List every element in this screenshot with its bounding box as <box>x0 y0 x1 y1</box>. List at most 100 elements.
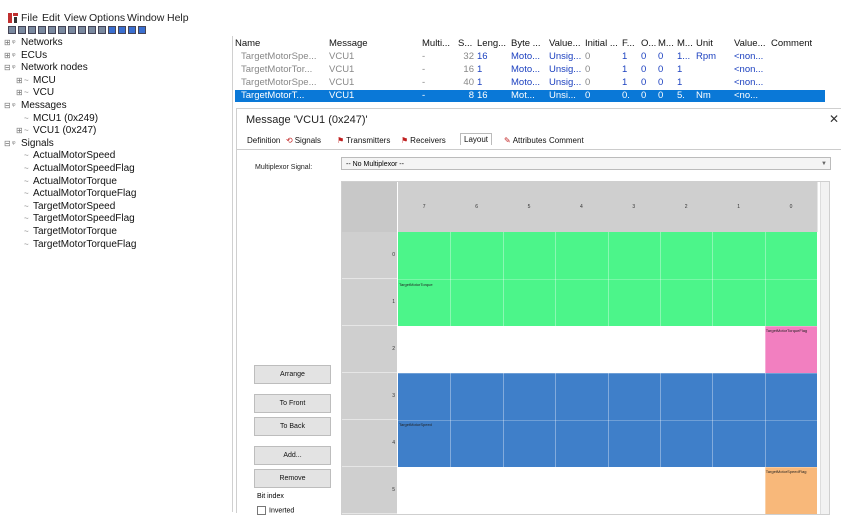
tab-label: Attributes <box>512 136 547 145</box>
menu-file[interactable]: File <box>21 12 38 24</box>
tree-item[interactable]: ~ TargetMotorSpeed <box>16 201 115 213</box>
tree-item[interactable]: ⊞ᵠ ECUs <box>4 50 47 62</box>
toolbar-icon[interactable] <box>8 26 16 34</box>
toolbar-icon[interactable] <box>18 26 26 34</box>
close-icon[interactable]: ✕ <box>829 112 839 126</box>
tree-item[interactable]: ⊞ᵠ Networks <box>4 37 63 49</box>
grid-column-header: 3 <box>607 182 661 232</box>
node-icon: ~ <box>24 151 29 161</box>
table-row[interactable]: TargetMotorSpe... VCU1-40 1 Moto... Unsig...… <box>235 77 825 89</box>
menu-edit[interactable]: Edit <box>42 12 60 24</box>
column-header[interactable]: M... <box>677 38 693 50</box>
tree-item-label: VCU1 (0x247) <box>33 125 97 137</box>
tree-item[interactable]: ~ TargetMotorTorque <box>16 226 117 238</box>
tree-item[interactable]: ⊟ᵠ Messages <box>4 100 67 112</box>
tree-item[interactable]: ~ ActualMotorSpeed <box>16 150 115 162</box>
tree-item[interactable]: ⊞~ VCU <box>16 87 54 99</box>
column-header[interactable]: Unit <box>696 38 713 50</box>
remove-button[interactable]: Remove <box>254 469 331 488</box>
column-header[interactable]: M... <box>658 38 674 50</box>
table-cell: TargetMotorSpe... <box>241 77 317 88</box>
arrange-button[interactable]: Arrange <box>254 365 331 384</box>
node-icon: ~ <box>24 164 29 173</box>
tree-item[interactable]: ~ MCU1 (0x249) <box>16 113 98 125</box>
tree-item[interactable]: ~ ActualMotorSpeedFlag <box>16 163 135 175</box>
signal-target-motor-speed-flag[interactable] <box>764 467 818 514</box>
grid-line <box>398 467 818 468</box>
toolbar-icon[interactable] <box>108 26 116 34</box>
tab-definition[interactable]: Definition <box>247 136 280 145</box>
table-cell: 1 <box>622 77 628 88</box>
column-header[interactable]: Comment <box>771 38 812 50</box>
toolbar-icon[interactable] <box>78 26 86 34</box>
column-header[interactable]: F... <box>622 38 635 50</box>
menu-window[interactable]: Window <box>127 12 164 24</box>
column-header[interactable]: Byte ... <box>511 38 541 50</box>
column-header[interactable]: S... <box>458 38 472 50</box>
column-header[interactable]: Initial ... <box>585 38 618 50</box>
toolbar-icon[interactable] <box>88 26 96 34</box>
menu-view[interactable]: View <box>64 12 87 24</box>
expand-icon[interactable]: ⊞ <box>4 50 12 62</box>
tree-item[interactable]: ~ ActualMotorTorque <box>16 176 117 188</box>
toolbar-icon[interactable] <box>58 26 66 34</box>
tree-item[interactable]: ⊟ᵠ Signals <box>4 138 54 150</box>
column-header[interactable]: Value... <box>549 38 581 50</box>
toolbar-icon[interactable] <box>68 26 76 34</box>
to-front-button[interactable]: To Front <box>254 394 331 413</box>
node-icon: ~ <box>24 176 29 186</box>
toolbar-icon[interactable] <box>38 26 46 34</box>
signal-target-motor-torque-flag[interactable] <box>764 326 818 373</box>
column-header[interactable]: Value... <box>734 38 766 50</box>
tree-item[interactable]: ⊟ᵠ Network nodes <box>4 62 88 74</box>
expand-icon[interactable]: ⊞ <box>16 125 24 137</box>
grid-column-header: 5 <box>502 182 557 232</box>
layout-grid[interactable]: 7 6 5 4 3 2 1 0 0 1 2 3 4 5 TargetMotorTorque TargetMot… <box>341 181 830 515</box>
tab-attributes[interactable]: ✎ Attributes <box>504 136 547 145</box>
toolbar-icon[interactable] <box>118 26 126 34</box>
tree-item[interactable]: ⊞~ MCU <box>16 75 56 87</box>
tab-comment[interactable]: Comment <box>549 136 584 145</box>
grid-line <box>398 279 818 280</box>
node-icon: ~ <box>24 113 29 123</box>
menu-help[interactable]: Help <box>167 12 189 24</box>
tab-transmitters[interactable]: ⚑ Transmitters <box>337 136 390 145</box>
column-header[interactable]: Multi... <box>422 38 450 50</box>
column-header[interactable]: Name <box>235 38 260 50</box>
node-icon: ᵠ <box>12 50 16 60</box>
column-header[interactable]: Leng... <box>477 38 506 50</box>
toolbar-icon[interactable] <box>128 26 136 34</box>
tab-layout[interactable]: Layout <box>460 133 493 145</box>
expand-icon[interactable]: ⊟ <box>4 100 12 112</box>
tree-item[interactable]: ~ TargetMotorSpeedFlag <box>16 213 135 225</box>
multiplexor-select[interactable]: -- No Multiplexor -- ▼ <box>341 157 831 170</box>
tab-signals[interactable]: ⟲ Signals <box>286 136 321 145</box>
grid-line <box>398 373 818 374</box>
expand-icon[interactable]: ⊞ <box>16 87 24 99</box>
multiplexor-label: Multiplexor Signal: <box>255 164 313 171</box>
tree-item[interactable]: ~ TargetMotorTorqueFlag <box>16 239 136 251</box>
table-row[interactable]: TargetMotorSpe... VCU1 - 32 16 Moto... Unsig..… <box>235 51 825 63</box>
expand-icon[interactable]: ⊟ <box>4 138 12 150</box>
message-dialog: Message 'VCU1 (0x247)' ✕ Definition ⟲ Sign… <box>236 108 841 515</box>
toolbar-icon[interactable] <box>138 26 146 34</box>
tree-item[interactable]: ~ ActualMotorTorqueFlag <box>16 188 136 200</box>
column-header[interactable]: O... <box>641 38 656 50</box>
table-row[interactable]: TargetMotorTor... VCU1-16 1 Moto... Unsig...… <box>235 64 825 76</box>
vertical-scrollbar[interactable] <box>820 182 829 514</box>
inverted-checkbox[interactable]: Inverted <box>257 506 294 515</box>
add-button[interactable]: Add... <box>254 446 331 465</box>
toolbar-icon[interactable] <box>48 26 56 34</box>
toolbar-icon[interactable] <box>98 26 106 34</box>
table-row[interactable]: TargetMotorT... VCU1 - 8 16 Mot... Unsi... 0 0. 0… <box>235 90 825 102</box>
expand-icon[interactable]: ⊞ <box>4 37 12 49</box>
tree-item[interactable]: ⊞~ VCU1 (0x247) <box>16 125 96 137</box>
menu-options[interactable]: Options <box>89 12 125 24</box>
grid-row-header: 5 <box>342 467 397 514</box>
tab-receivers[interactable]: ⚑ Receivers <box>401 136 446 145</box>
toolbar-icon[interactable] <box>28 26 36 34</box>
expand-icon[interactable]: ⊞ <box>16 75 24 87</box>
to-back-button[interactable]: To Back <box>254 417 331 436</box>
expand-icon[interactable]: ⊟ <box>4 62 12 74</box>
column-header[interactable]: Message <box>329 38 368 50</box>
